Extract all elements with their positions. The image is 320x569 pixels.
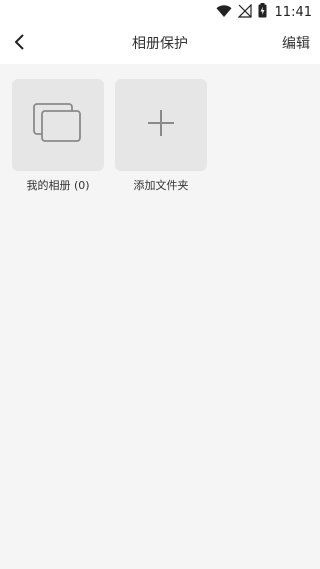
chevron-left-icon [13, 33, 27, 55]
edit-button[interactable]: 编辑 [282, 24, 310, 64]
album-label: 我的相册 (0) [26, 179, 90, 192]
add-folder-item[interactable]: 添加文件夹 [115, 79, 207, 193]
status-bar: 11:41 [0, 0, 320, 24]
album-tile[interactable] [12, 79, 104, 171]
plus-icon [145, 107, 177, 143]
status-icons: 11:41 [216, 0, 312, 24]
page-title: 相册保护 [132, 36, 188, 52]
app-bar: 相册保护 编辑 [0, 24, 320, 64]
status-time: 11:41 [274, 4, 312, 20]
add-folder-label: 添加文件夹 [133, 179, 189, 192]
wifi-icon [216, 3, 232, 22]
album-item-my-album[interactable]: 我的相册 (0) [12, 79, 104, 193]
signal-off-icon [237, 3, 252, 22]
back-button[interactable] [4, 28, 36, 60]
battery-charging-icon [258, 2, 267, 22]
add-folder-tile[interactable] [115, 79, 207, 171]
album-stack-icon [30, 99, 86, 151]
